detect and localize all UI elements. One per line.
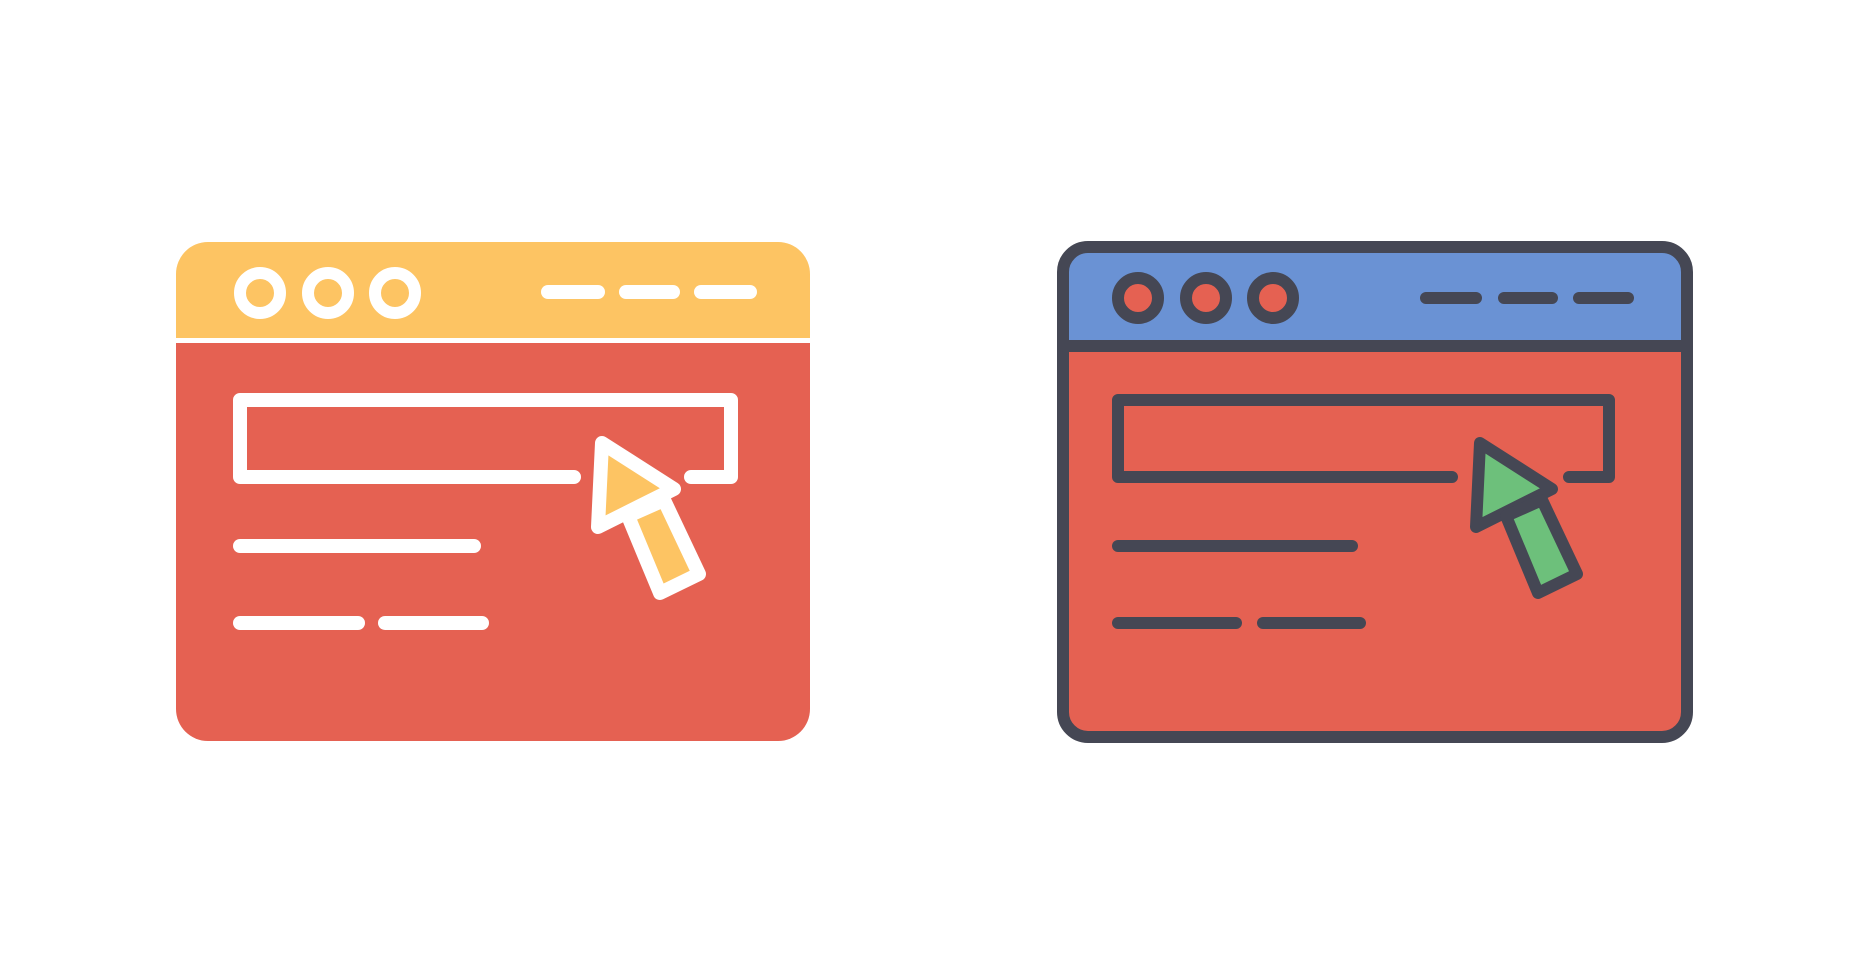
window-dot-icon: [1180, 272, 1232, 324]
window-dots: [234, 267, 421, 319]
window-dot-icon: [302, 267, 354, 319]
window-dot-icon: [1112, 272, 1164, 324]
window-dot-icon: [369, 267, 421, 319]
browser-window-icon-flat: [176, 242, 810, 741]
window-dot-icon: [234, 267, 286, 319]
browser-search-cursor-icon-flat: [0, 0, 927, 980]
browser-window-icon-outline: [1057, 241, 1693, 743]
icon-stage: [0, 0, 1854, 980]
browser-search-cursor-icon-outline: [927, 0, 1854, 980]
window-dots: [1112, 272, 1299, 324]
window-dot-icon: [1247, 272, 1299, 324]
